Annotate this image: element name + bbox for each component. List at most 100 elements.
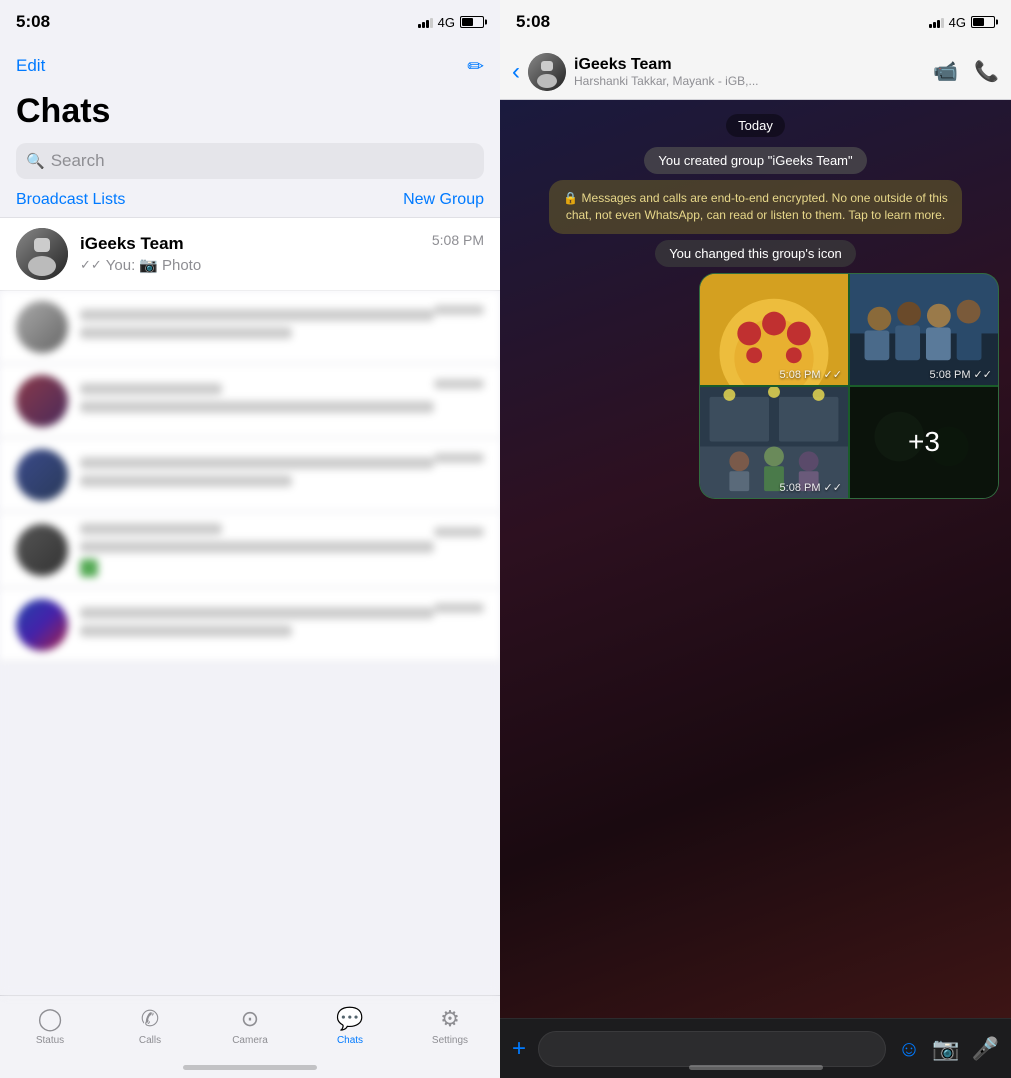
blurred-avatar [16,449,68,501]
edit-button[interactable]: Edit [16,56,45,76]
blurred-line [80,383,222,395]
chat-preview: ✓✓ You: 📷 Photo [80,256,432,274]
broadcast-bar: Broadcast Lists New Group [0,187,500,217]
right-status-bar: 5:08 4G [500,0,1011,44]
right-network-label: 4G [949,15,966,30]
left-status-time: 5:08 [16,12,50,32]
signal-bar-1 [418,24,421,28]
blurred-item [0,365,500,438]
date-badge: Today [726,114,785,137]
security-note: 🔒 Messages and calls are end-to-end encr… [549,180,963,234]
signal-bar-2 [422,22,425,28]
group-created-message: You created group "iGeeks Team" [644,147,866,174]
signal-bar-4 [941,18,944,28]
voice-call-icon[interactable]: 📞 [974,59,999,84]
blurred-chat-list [0,291,500,995]
right-panel: 5:08 4G ‹ [500,0,1011,1078]
photo-timestamp-1: 5:08 PM ✓✓ [780,368,842,381]
blurred-time [434,603,484,613]
group-avatar-svg [528,53,566,91]
tab-status[interactable]: ◯ Status [0,1006,100,1046]
tab-calls-label: Calls [139,1035,161,1046]
battery-fill [462,18,473,26]
tab-calls[interactable]: ✆ Calls [100,1006,200,1046]
settings-tab-icon: ⚙ [440,1006,460,1032]
blurred-line [80,401,434,413]
message-input-field[interactable] [538,1031,886,1067]
photo-cell-2: 5:08 PM ✓✓ [850,274,998,385]
signal-bar-1 [929,24,932,28]
more-overlay: +3 [850,387,998,498]
blurred-item [0,589,500,662]
signal-bar-2 [933,22,936,28]
blurred-line-short [80,475,292,487]
icon-change-message: You changed this group's icon [655,240,856,267]
right-status-time: 5:08 [516,12,550,32]
blurred-time [434,305,484,315]
blurred-content [80,523,434,577]
blurred-item [0,439,500,512]
blurred-item [0,291,500,364]
network-label: 4G [438,15,455,30]
camera-button[interactable]: 📷 [932,1036,959,1062]
featured-chat-row[interactable]: iGeeks Team ✓✓ You: 📷 Photo 5:08 PM [0,217,500,291]
chat-name: iGeeks Team [80,234,432,254]
group-chat-avatar [528,53,566,91]
blurred-avatar [16,301,68,353]
signal-bar-3 [937,20,940,28]
blurred-item [0,513,500,588]
right-battery-icon [971,16,995,28]
search-bar[interactable]: 🔍 Search [16,143,484,179]
blurred-line [80,541,434,553]
search-placeholder: Search [51,151,105,171]
tab-chats-label: Chats [337,1035,363,1046]
blurred-time [434,453,484,463]
blurred-badge [80,559,98,577]
new-group-link[interactable]: New Group [403,191,484,209]
tab-camera-label: Camera [232,1035,268,1046]
signal-bars-icon [418,16,433,28]
tab-chats[interactable]: 💬 Chats [300,1006,400,1046]
compose-icon[interactable]: ✏ [467,54,484,79]
tab-settings[interactable]: ⚙ Settings [400,1006,500,1046]
chat-nav-actions: 📹 📞 [933,59,999,84]
microphone-button[interactable]: 🎤 [972,1036,999,1062]
group-info[interactable]: iGeeks Team Harshanki Takkar, Mayank - i… [574,56,925,88]
group-avatar-svg [16,228,68,280]
photo-cell-3: 5:08 PM ✓✓ [700,387,848,498]
blurred-time [434,527,484,537]
left-panel: 5:08 4G Edit ✏ Chats 🔍 Search Broadcast … [0,0,500,1078]
group-members: Harshanki Takkar, Mayank - iGB,... [574,74,925,88]
preview-you: You: [106,257,135,274]
blurred-content [80,457,434,493]
chats-tab-icon: 💬 [336,1006,363,1032]
chats-title-bar: Chats [0,88,500,139]
blurred-line-short [80,625,292,637]
chat-info: iGeeks Team ✓✓ You: 📷 Photo [80,234,432,274]
search-icon: 🔍 [26,152,45,170]
blurred-line [80,309,434,321]
preview-text: Photo [162,257,201,274]
back-button[interactable]: ‹ [512,58,520,86]
double-tick-icon: ✓✓ [80,257,102,273]
blurred-time [434,379,484,389]
blurred-line [80,607,434,619]
tab-status-label: Status [36,1035,64,1046]
photo-cell-1: 5:08 PM ✓✓ [700,274,848,385]
tab-camera[interactable]: ⊙ Camera [200,1006,300,1046]
chat-time: 5:08 PM [432,232,484,248]
avatar-inner [16,228,68,280]
attachment-plus-button[interactable]: + [512,1035,526,1063]
blurred-avatar [16,524,68,576]
blurred-content [80,607,434,643]
video-call-icon[interactable]: 📹 [933,59,958,84]
sticker-button[interactable]: ☺ [898,1036,920,1062]
broadcast-lists-link[interactable]: Broadcast Lists [16,191,125,209]
battery-icon [460,16,484,28]
chat-messages: Today You created group "iGeeks Team" 🔒 … [500,100,1011,1018]
photo-grid-bubble[interactable]: 5:08 PM ✓✓ [699,273,999,499]
home-indicator [183,1065,317,1070]
left-status-icons: 4G [418,15,484,30]
right-signal-bars-icon [929,16,944,28]
status-tab-icon: ◯ [38,1006,63,1032]
